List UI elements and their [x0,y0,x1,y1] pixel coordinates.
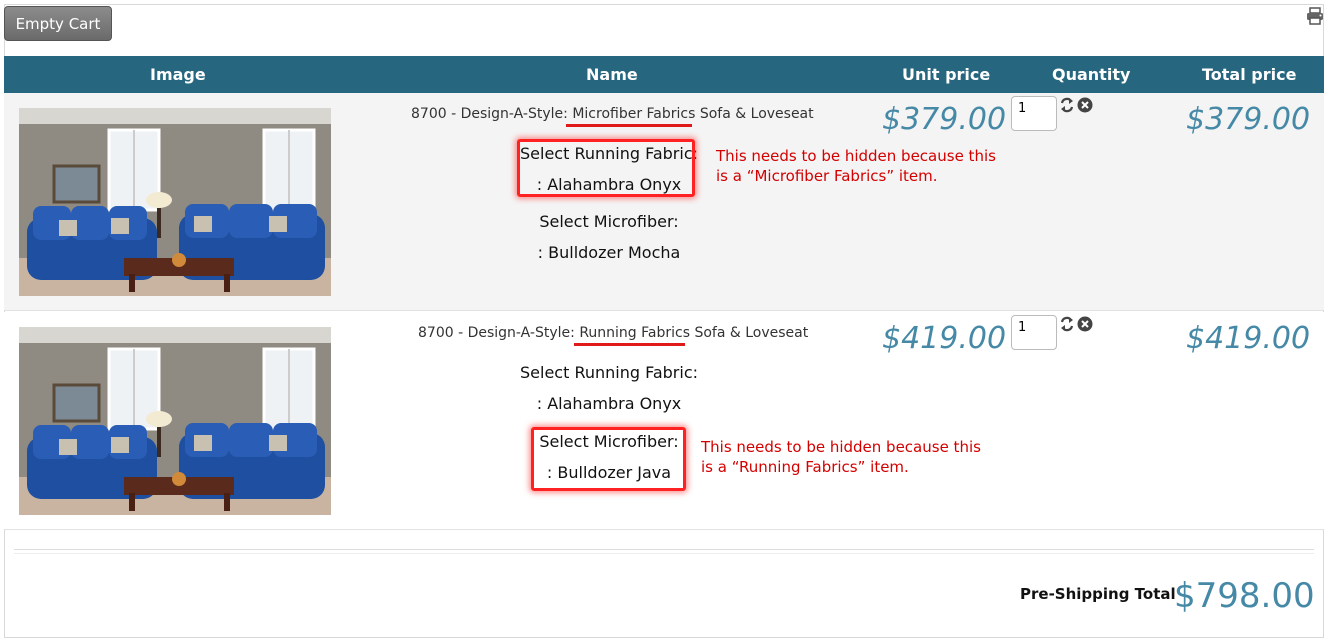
empty-cart-button[interactable]: Empty Cart [4,6,112,41]
pre-shipping-total-label: Pre-Shipping Total [1020,585,1176,603]
quantity-input[interactable] [1011,315,1057,350]
annotation-note: This needs to be hidden because this is … [716,147,996,185]
refresh-icon[interactable] [1059,97,1075,113]
header-name: Name [586,65,638,84]
summary-divider [14,549,1314,554]
header-image: Image [150,65,206,84]
cart-table-header: Image Name Unit price Quantity Total pri… [4,56,1324,93]
refresh-icon[interactable] [1059,316,1075,332]
remove-icon[interactable] [1077,97,1093,113]
highlight-box [517,139,695,197]
header-unit-price: Unit price [902,65,991,84]
pre-shipping-total-value: $798.00 [1174,576,1315,616]
highlight-underline [566,124,692,127]
cart-row: 8700 - Design-A-Style: Running Fabrics S… [4,312,1324,530]
unit-price: $419.00 [882,321,1007,356]
product-image[interactable] [19,327,331,515]
quantity-input[interactable] [1011,96,1057,131]
option-value: : Alahambra Onyx [536,394,682,413]
header-total-price: Total price [1202,65,1297,84]
cart-row: 8700 - Design-A-Style: Microfiber Fabric… [4,93,1324,311]
remove-icon[interactable] [1077,316,1093,332]
unit-price: $379.00 [882,102,1007,137]
highlight-underline [574,343,685,346]
product-image[interactable] [19,108,331,296]
option-label: Select Running Fabric: [520,363,698,382]
total-price: $379.00 [1186,102,1311,137]
print-icon[interactable] [1306,7,1324,25]
option-label: Select Microfiber: [539,212,679,231]
highlight-box [531,427,686,491]
product-name[interactable]: 8700 - Design-A-Style: Running Fabrics S… [418,325,808,341]
annotation-note: This needs to be hidden because this is … [701,438,981,476]
header-quantity: Quantity [1052,65,1131,84]
product-name[interactable]: 8700 - Design-A-Style: Microfiber Fabric… [411,106,814,122]
total-price: $419.00 [1186,321,1311,356]
option-value: : Bulldozer Mocha [537,243,681,262]
